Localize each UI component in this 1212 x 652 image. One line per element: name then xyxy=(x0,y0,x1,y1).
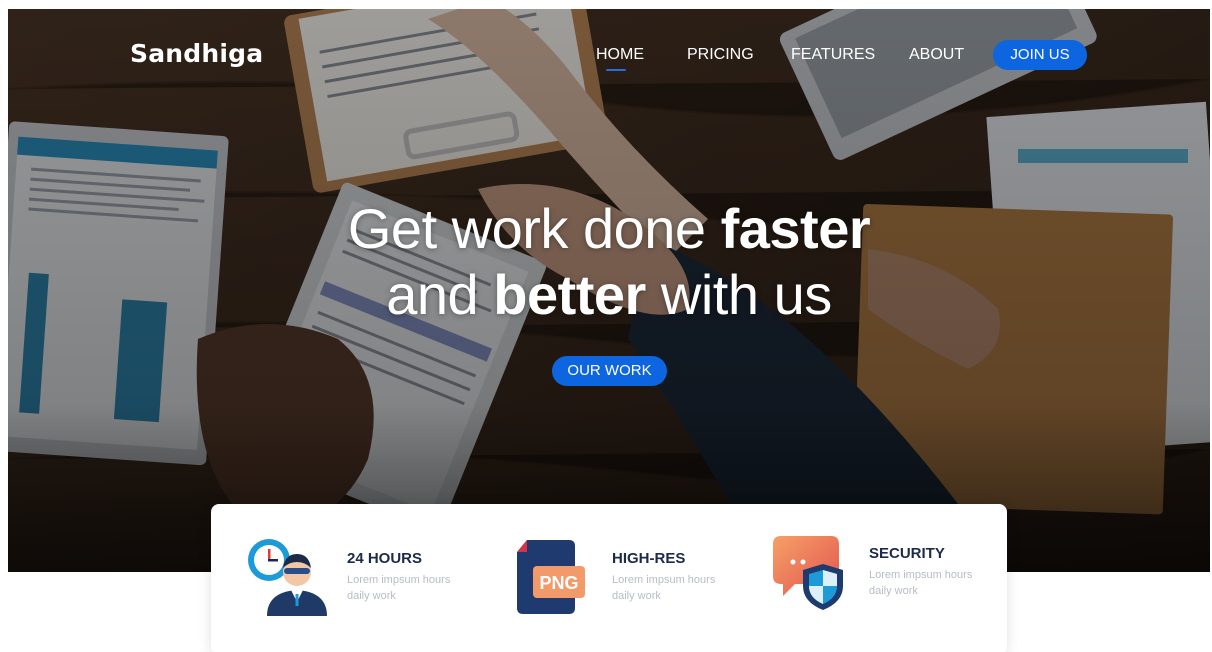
top-navbar: Sandhiga HOME PRICING FEATURES ABOUT JOI… xyxy=(8,9,1210,99)
png-label: PNG xyxy=(539,573,578,593)
nav-home-label: HOME xyxy=(596,46,644,63)
brand-logo[interactable]: Sandhiga xyxy=(130,39,263,68)
feature-desc-line1: Lorem impsum hours xyxy=(347,574,451,586)
feature-title: SECURITY xyxy=(869,545,945,562)
headline-text-get-work-done: Get work done xyxy=(347,197,721,260)
feature-title: HIGH-RES xyxy=(612,550,686,567)
nav-features-link[interactable]: FEATURES xyxy=(791,46,875,64)
nav-pricing-link[interactable]: PRICING xyxy=(687,46,754,64)
feature-title: 24 HOURS xyxy=(347,550,423,567)
nav-home-link[interactable]: HOME xyxy=(596,46,644,71)
headline-text-with-us: with us xyxy=(645,263,832,326)
chat-shield-icon xyxy=(773,536,843,610)
feature-desc-line2: daily work xyxy=(347,590,396,602)
headline-emphasis-better: better xyxy=(493,263,646,326)
active-nav-indicator xyxy=(606,69,626,71)
feature-description: Lorem impsum hours daily work xyxy=(869,567,979,599)
hero-section: Sandhiga HOME PRICING FEATURES ABOUT JOI… xyxy=(8,9,1210,572)
hero-headline-line1: Get work done faster xyxy=(8,196,1210,262)
nav-about-link[interactable]: ABOUT xyxy=(909,46,964,64)
headline-text-and: and xyxy=(386,263,494,326)
feature-desc-line2: daily work xyxy=(869,585,918,597)
support-agent-clock-icon xyxy=(248,539,327,616)
join-us-button[interactable]: JOIN US xyxy=(993,40,1087,70)
our-work-button[interactable]: OUR WORK xyxy=(552,356,667,386)
feature-desc-line2: daily work xyxy=(612,590,661,602)
feature-desc-line1: Lorem impsum hours xyxy=(612,574,716,586)
feature-description: Lorem impsum hours daily work xyxy=(612,572,722,604)
headline-emphasis-faster: faster xyxy=(720,197,871,260)
hero-headline-line2: and better with us xyxy=(8,262,1210,328)
feature-desc-line1: Lorem impsum hours xyxy=(869,569,973,581)
feature-description: Lorem impsum hours daily work xyxy=(347,572,457,604)
png-file-icon: PNG xyxy=(517,540,585,614)
features-card: 24 HOURS Lorem impsum hours daily work P… xyxy=(211,504,1007,652)
